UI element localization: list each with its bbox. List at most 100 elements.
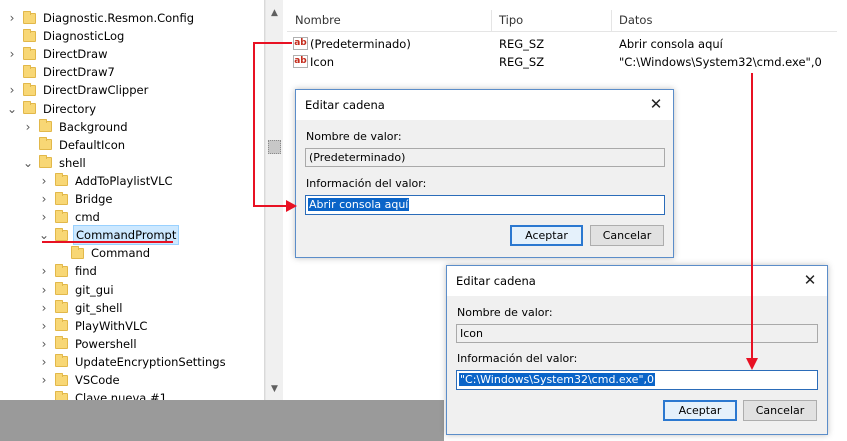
tree-item[interactable]: Command <box>54 244 152 262</box>
tree-scrollbar[interactable]: ▲ ▼ <box>265 0 283 400</box>
tree-item[interactable]: › DirectDrawClipper <box>6 81 150 99</box>
folder-icon <box>55 227 68 241</box>
value-name-label: Nombre de valor: <box>306 130 402 143</box>
tree-item[interactable]: › Diagnostic.Resmon.Config <box>6 9 196 27</box>
registry-key-tree[interactable]: › Diagnostic.Resmon.Config DiagnosticLog › D… <box>0 0 265 400</box>
chevron-right-icon[interactable]: › <box>38 172 50 190</box>
value-type-cell: REG_SZ <box>499 37 545 51</box>
chevron-down-icon[interactable]: ⌄ <box>22 154 34 172</box>
value-data-cell: "C:\Windows\System32\cmd.exe",0 <box>619 55 822 69</box>
folder-icon <box>55 282 68 295</box>
folder-icon <box>39 119 52 133</box>
chevron-right-icon[interactable]: › <box>38 208 50 226</box>
folder-icon <box>55 372 68 386</box>
chevron-right-icon[interactable]: › <box>38 317 50 335</box>
chevron-right-icon[interactable]: › <box>38 299 50 317</box>
tree-item-label: Background <box>59 119 128 134</box>
dialog-title: Editar cadena <box>456 274 536 288</box>
folder-icon <box>55 191 68 205</box>
tree-item[interactable]: › PlayWithVLC <box>38 317 149 335</box>
tree-item[interactable]: DefaultIcon <box>22 136 127 154</box>
tree-item[interactable]: › find <box>38 262 99 280</box>
scroll-up-arrow-icon[interactable]: ▲ <box>266 4 283 21</box>
chevron-right-icon[interactable]: › <box>22 118 34 136</box>
close-icon[interactable]: ✕ <box>647 95 665 113</box>
value-data-label: Información del valor: <box>306 177 427 190</box>
chevron-down-icon[interactable]: ⌄ <box>6 100 18 118</box>
folder-icon <box>55 263 68 277</box>
background-gray-area <box>0 400 444 441</box>
annotation-underline <box>42 241 173 243</box>
chevron-right-icon[interactable]: › <box>38 190 50 208</box>
chevron-right-icon[interactable]: › <box>38 371 50 389</box>
tree-item-label: git_gui <box>75 282 114 297</box>
folder-icon <box>23 46 36 60</box>
tree-item[interactable]: ⌄ shell <box>22 154 88 172</box>
value-type-cell: REG_SZ <box>499 55 545 69</box>
accept-button[interactable]: Aceptar <box>510 225 583 246</box>
tree-item[interactable]: › Powershell <box>38 335 139 353</box>
folder-icon <box>71 245 84 259</box>
tree-item[interactable]: › git_gui <box>38 281 116 299</box>
edit-string-dialog-default: Editar cadena ✕ Nombre de valor: (Predet… <box>295 89 674 258</box>
folder-icon <box>39 137 52 151</box>
chevron-right-icon[interactable]: › <box>6 45 18 63</box>
column-header-type[interactable]: Tipo <box>499 13 523 27</box>
value-name-cell: ab (Predeterminado) <box>293 37 411 51</box>
tree-item-label: git_shell <box>75 300 123 315</box>
chevron-right-icon[interactable]: › <box>38 262 50 280</box>
cancel-button[interactable]: Cancelar <box>743 400 817 421</box>
tree-item-label: VSCode <box>75 373 120 387</box>
value-name-label: Nombre de valor: <box>457 306 553 319</box>
chevron-right-icon[interactable]: › <box>38 353 50 371</box>
column-header-data[interactable]: Datos <box>619 13 652 27</box>
tree-item[interactable]: › Bridge <box>38 190 115 208</box>
chevron-right-icon[interactable]: › <box>38 335 50 353</box>
tree-item[interactable]: DirectDraw7 <box>6 63 117 81</box>
folder-icon <box>23 101 36 114</box>
tree-item[interactable]: DiagnosticLog <box>6 27 126 45</box>
cancel-button[interactable]: Cancelar <box>590 225 664 246</box>
tree-item[interactable]: › UpdateEncryptionSettings <box>38 353 228 371</box>
tree-item[interactable]: › Background <box>22 118 130 136</box>
dialog-titlebar[interactable]: Editar cadena ✕ <box>296 90 673 120</box>
value-name-field: Icon <box>456 324 818 343</box>
scroll-down-arrow-icon[interactable]: ▼ <box>266 380 283 397</box>
tree-item[interactable]: Clave nueva #1 <box>38 389 169 400</box>
list-header: Nombre Tipo Datos <box>287 10 837 32</box>
tree-item[interactable]: ⌄ Directory <box>6 100 98 118</box>
chevron-right-icon[interactable]: › <box>38 281 50 299</box>
tree-item-label: Command <box>91 246 151 261</box>
value-data-input[interactable]: Abrir consola aquí <box>305 195 665 215</box>
accept-button[interactable]: Aceptar <box>663 400 737 421</box>
tree-item[interactable]: › git_shell <box>38 299 125 317</box>
close-icon[interactable]: ✕ <box>801 271 819 289</box>
value-data-label: Información del valor: <box>457 352 578 365</box>
value-data-input[interactable]: "C:\Windows\System32\cmd.exe",0 <box>456 370 818 390</box>
chevron-right-icon[interactable]: › <box>6 9 18 27</box>
folder-icon <box>55 318 68 332</box>
tree-item[interactable]: › VSCode <box>38 371 122 389</box>
tree-item-label: AddToPlaylistVLC <box>75 173 173 188</box>
tree-item[interactable]: › cmd <box>38 208 102 226</box>
list-row[interactable]: ab Icon REG_SZ "C:\Windows\System32\cmd.e… <box>287 53 837 71</box>
tree-item-label: DirectDraw <box>43 47 108 62</box>
tree-item[interactable]: › DirectDraw <box>6 45 109 63</box>
chevron-right-icon[interactable]: › <box>6 81 18 99</box>
tree-item-label: Bridge <box>75 192 113 206</box>
tree-item[interactable]: › AddToPlaylistVLC <box>38 172 175 190</box>
tree-item-label: DirectDrawClipper <box>43 83 149 98</box>
string-value-icon: ab <box>293 37 308 50</box>
value-data-cell: Abrir consola aquí <box>619 37 723 51</box>
folder-icon <box>55 390 68 400</box>
scroll-thumb[interactable] <box>268 140 281 154</box>
list-row[interactable]: ab (Predeterminado) REG_SZ Abrir consola … <box>287 35 837 53</box>
dialog-title: Editar cadena <box>305 98 385 112</box>
folder-icon <box>55 336 68 350</box>
dialog-titlebar[interactable]: Editar cadena ✕ <box>447 266 827 296</box>
folder-icon <box>55 173 68 187</box>
column-header-name[interactable]: Nombre <box>295 13 341 27</box>
